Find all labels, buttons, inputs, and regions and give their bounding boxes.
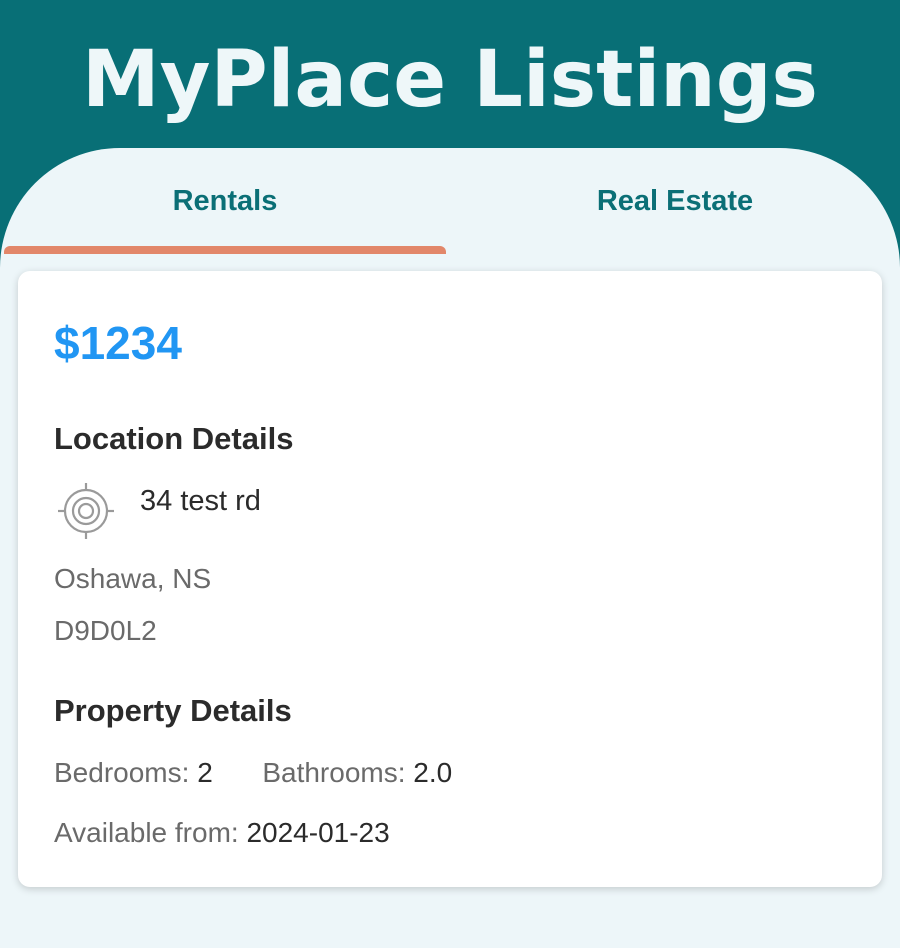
property-details-heading: Property Details [54, 693, 292, 728]
bedrooms-label: Bedrooms: [54, 757, 190, 788]
tab-rentals[interactable]: Rentals [0, 148, 450, 254]
rooms-row: Bedrooms: 2 Bathrooms: 2.0 [54, 753, 452, 793]
app-header: MyPlace Listings [0, 0, 900, 170]
tab-real-estate[interactable]: Real Estate [450, 148, 900, 254]
location-details-heading: Location Details [54, 421, 294, 456]
app-title: MyPlace Listings [82, 35, 818, 125]
location-target-icon [58, 483, 114, 539]
bathrooms-label: Bathrooms: [262, 757, 406, 788]
tab-selected-indicator [4, 246, 446, 254]
listing-card[interactable]: $1234 Location Details 34 test rd Oshawa… [18, 271, 882, 887]
postal-code: D9D0L2 [54, 615, 157, 646]
bathrooms-value: 2.0 [413, 757, 453, 788]
tab-bar: Rentals Real Estate [0, 148, 900, 254]
city-province: Oshawa, NS [54, 563, 212, 594]
bedrooms-value: 2 [197, 757, 213, 788]
availability-row: Available from: 2024-01-23 [54, 813, 390, 853]
available-from-label: Available from: [54, 817, 239, 848]
listing-price: $1234 [54, 317, 182, 369]
available-from-value: 2024-01-23 [246, 817, 390, 848]
street-address: 34 test rd [140, 485, 261, 517]
